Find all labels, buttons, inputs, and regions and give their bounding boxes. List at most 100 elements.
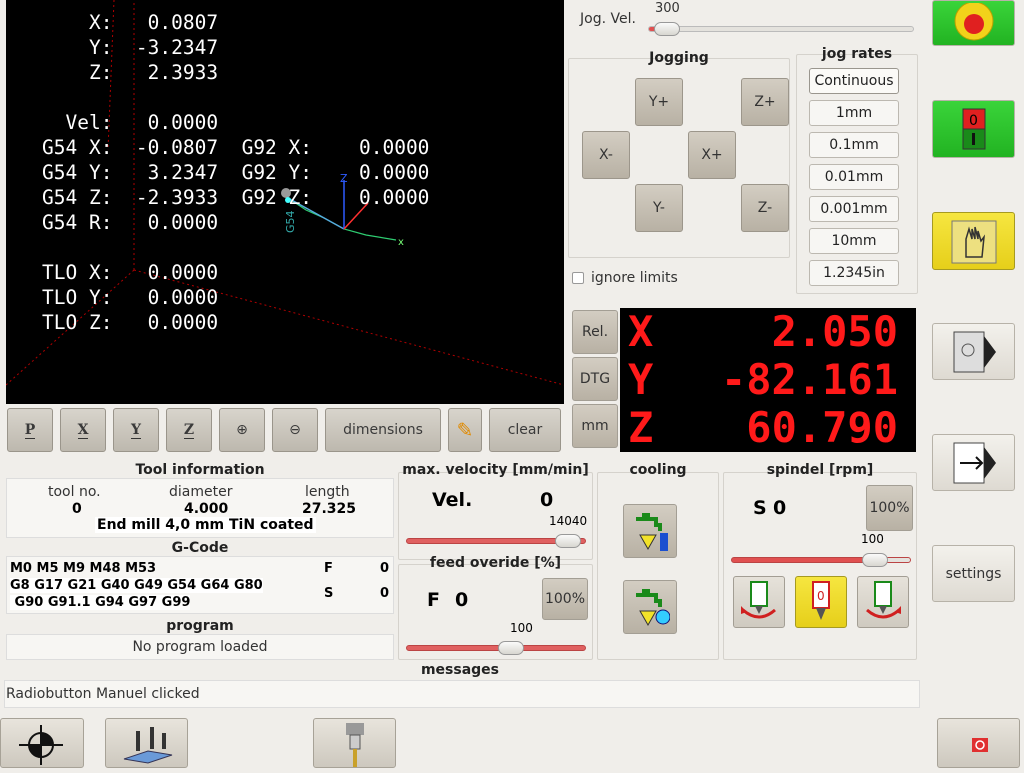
spindle-reset-button[interactable]: 100% [866,485,913,531]
tool-diameter-value: 4.000 [184,501,229,517]
jog-x-plus-button[interactable]: X+ [688,131,736,179]
gcode-title: G-Code [171,540,229,556]
tool-diameter-header: diameter [169,484,233,500]
dro-rel-button[interactable]: Rel. [572,310,618,354]
touch-off-icon [123,727,173,764]
zoom-in-icon: ⊕ [236,422,248,438]
dro-dtg-button[interactable]: DTG [572,357,618,401]
arrow-right-icon [953,442,996,483]
dro-z-axis: Z [628,403,654,452]
gcode-s-value: 0 [380,586,390,601]
estop-icon [954,3,993,41]
machine-power-button[interactable]: 0 [932,100,1015,158]
jog-rates-title: jog rates [821,46,893,62]
spindle-ccw-button[interactable] [733,576,785,628]
tool-description: End mill 4,0 mm TiN coated [95,517,316,533]
feed-slider-knob[interactable] [498,641,525,655]
rate-0.001mm[interactable]: 0.001mm [809,196,899,222]
settings-label: settings [945,565,1002,582]
tool-length-header: length [305,484,350,500]
jogging-title: Jogging [649,50,709,66]
manual-mode-button[interactable] [932,212,1015,270]
gcode-f-label: F [324,561,333,576]
velocity-max-value: 14040 [549,514,588,528]
dro-x-axis: X [628,307,654,356]
jog-velocity-value: 300 [655,1,680,16]
jog-velocity-slider[interactable] [648,26,914,32]
svg-text:0: 0 [817,589,825,603]
auto-mode-button[interactable] [932,434,1015,491]
gcode-f-value: 0 [380,561,390,576]
jog-x-minus-button[interactable]: X- [582,131,630,179]
mdi-mode-button[interactable] [932,323,1015,380]
view-p-button[interactable]: P [7,408,53,452]
tool-number-value: 0 [72,501,82,517]
spindle-label: S [753,497,767,519]
velocity-title: max. velocity [mm/min] [402,462,589,478]
jog-y-minus-button[interactable]: Y- [635,184,683,232]
view-y-button[interactable]: Y [113,408,159,452]
gcode-s-label: S [324,586,334,601]
velocity-slider-knob[interactable] [555,534,582,548]
estop-button[interactable] [932,0,1015,46]
spindle-slider-value: 100 [861,532,884,546]
jog-velocity-label: Jog. Vel. [580,11,636,27]
ignore-limits-checkbox[interactable] [572,272,584,284]
ignore-limits-label: ignore limits [591,270,678,286]
tool-length-value: 27.325 [302,501,357,517]
view-z-button[interactable]: Z [166,408,212,452]
preview-dro-lines: X: 0.0807 Y: -3.2347 Z: 2.3933 Vel: 0.00… [42,11,430,334]
gcode-line-2: G8 G17 G21 G40 G49 G54 G64 G80 [10,578,263,593]
mdi-icon [953,331,996,372]
spindle-slider-knob[interactable] [861,553,888,567]
jog-velocity-knob[interactable] [654,22,680,36]
spindle-stop-icon: 0 [812,581,830,620]
feed-reset-button[interactable]: 100% [542,578,588,620]
power-icon [972,738,988,752]
program-status: No program loaded [132,639,268,655]
program-title: program [166,618,234,634]
view-x-button[interactable]: X [60,408,106,452]
jog-y-plus-button[interactable]: Y+ [635,78,683,126]
coolant-tap-icon [636,513,668,551]
rate-0.1mm[interactable]: 0.1mm [809,132,899,158]
rate-continuous[interactable]: Continuous [809,68,899,94]
feed-title: feed overide [%] [429,555,562,571]
dro-units-button[interactable]: mm [572,404,618,448]
spindle-value: 0 [773,497,787,519]
tool-number-header: tool no. [48,484,101,500]
spindle-stop-button[interactable]: 0 [795,576,847,628]
dro-z-value: 60.790 [746,403,898,452]
settings-button[interactable]: settings [932,545,1015,602]
preview-3d-view[interactable]: Z x G54 X: 0.0807 Y: -3.2347 Z: 2.3933 V… [6,0,564,404]
feed-slider[interactable] [406,645,586,651]
message-text: Radiobutton Manuel clicked [6,686,200,702]
clear-button[interactable]: clear [489,408,561,452]
rate-1.2345in[interactable]: 1.2345in [809,260,899,286]
spindle-title: spindel [rpm] [766,462,874,478]
feed-label: F [427,589,440,611]
feed-slider-value: 100 [510,621,533,635]
rate-10mm[interactable]: 10mm [809,228,899,254]
coolant-mist-button[interactable] [623,580,677,634]
jog-z-minus-button[interactable]: Z- [741,184,789,232]
jog-z-plus-button[interactable]: Z+ [741,78,789,126]
coolant-flood-button[interactable] [623,504,677,558]
gcode-line-3: G90 G91.1 G94 G97 G99 [10,595,191,610]
shutdown-button[interactable] [937,718,1020,768]
bottom-tool-button[interactable] [313,718,396,768]
pencil-button[interactable]: ✎ [448,408,482,452]
rate-0.01mm[interactable]: 0.01mm [809,164,899,190]
bottom-touch-off-button[interactable] [105,718,188,768]
zoom-in-button[interactable]: ⊕ [219,408,265,452]
zoom-out-button[interactable]: ⊖ [272,408,318,452]
tool-info-title: Tool information [135,462,265,478]
svg-text:0: 0 [969,113,978,129]
spindle-cw-button[interactable] [857,576,909,628]
bottom-ref-button[interactable] [0,718,84,768]
dro-x-value: 2.050 [771,307,898,356]
dimensions-button[interactable]: dimensions [325,408,441,452]
rate-1mm[interactable]: 1mm [809,100,899,126]
crosshair-icon [19,725,63,765]
zoom-out-icon: ⊖ [289,422,301,438]
